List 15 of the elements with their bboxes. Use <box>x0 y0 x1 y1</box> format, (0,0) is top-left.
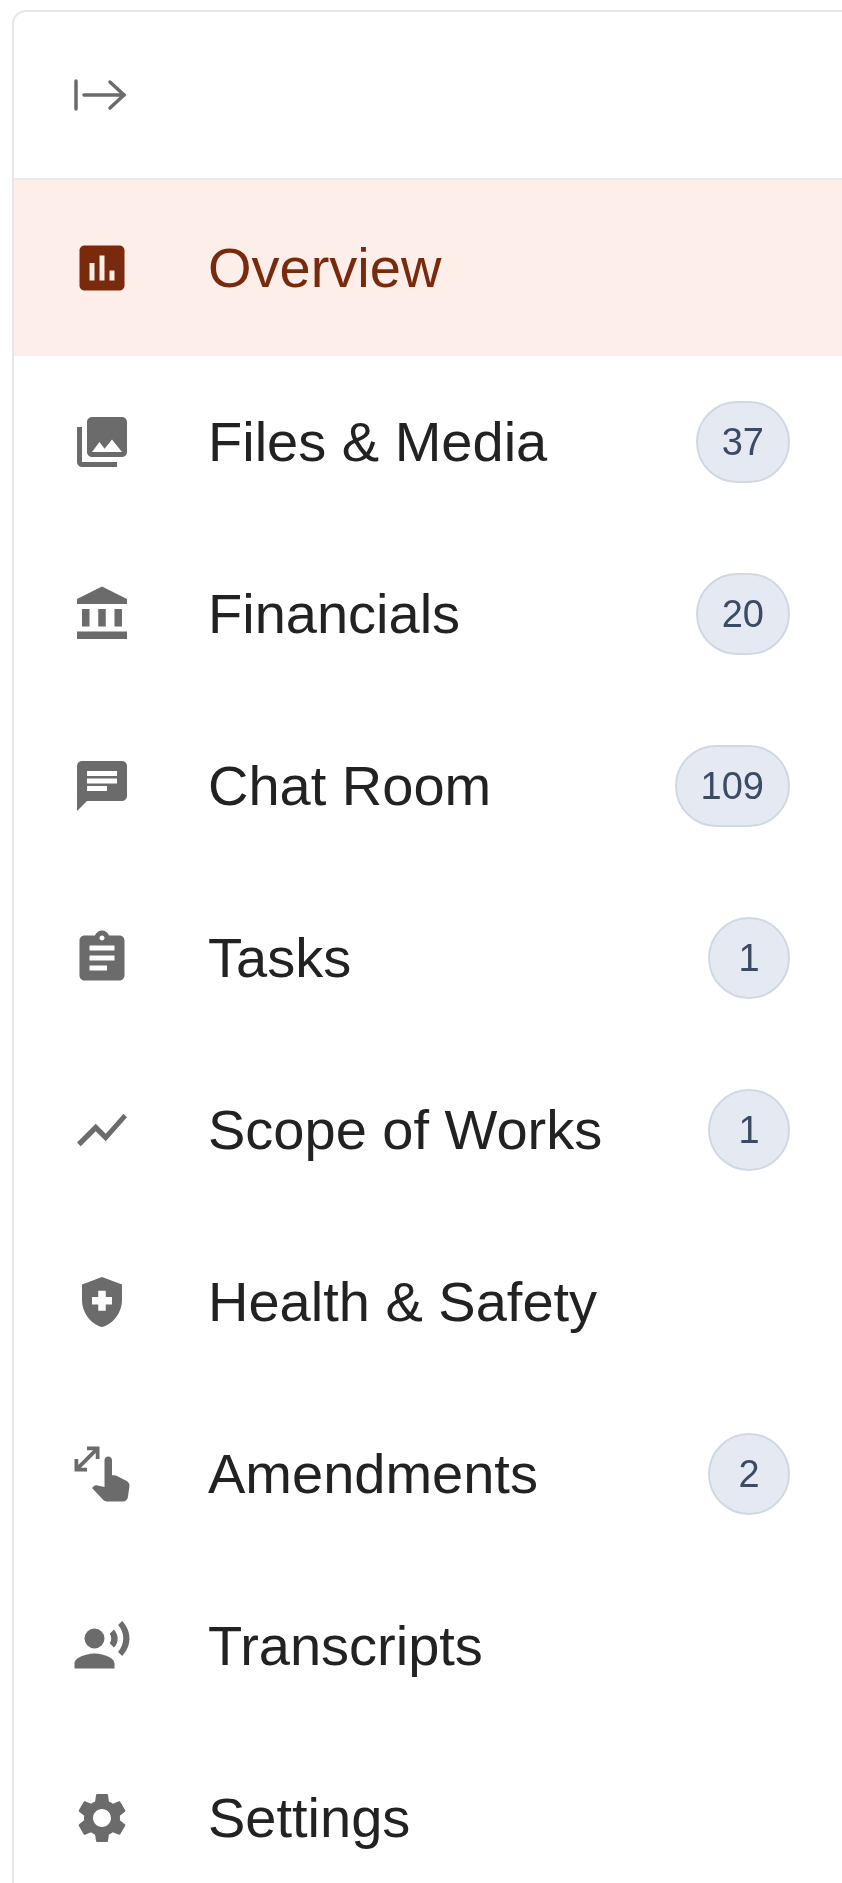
item-label: Chat Room <box>208 758 492 814</box>
item-label: Financials <box>208 586 461 642</box>
count-badge: 2 <box>708 1433 790 1515</box>
item-label: Tasks <box>208 930 352 986</box>
count-badge: 109 <box>674 745 790 827</box>
count-badge: 1 <box>708 917 790 999</box>
item-label: Files & Media <box>208 414 548 470</box>
count-badge: 37 <box>695 401 790 483</box>
count-badge: 1 <box>708 1089 790 1171</box>
expand-sidebar-icon[interactable] <box>72 78 128 112</box>
sidebar-item[interactable]: Overview <box>14 180 842 356</box>
count-badge: 20 <box>695 573 790 655</box>
pinch-gesture-icon <box>72 1444 132 1504</box>
item-label: Amendments <box>208 1446 538 1502</box>
item-label: Overview <box>208 240 442 296</box>
